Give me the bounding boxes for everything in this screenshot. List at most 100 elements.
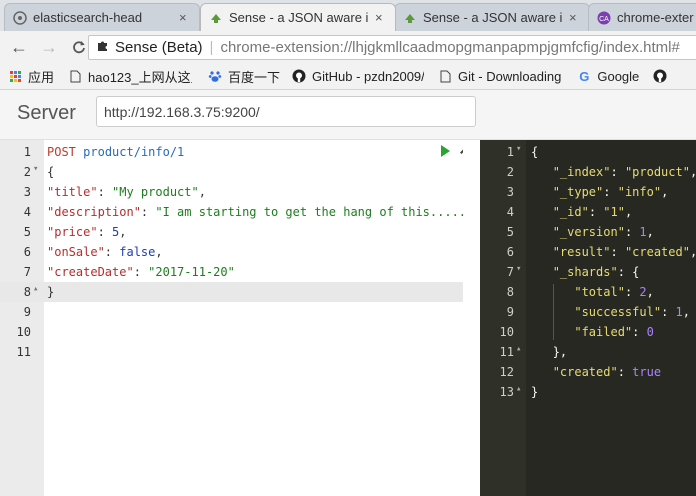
reload-button[interactable] bbox=[68, 36, 90, 58]
response-line: 1 ▾ { bbox=[480, 142, 696, 162]
line-number: 9 bbox=[506, 305, 514, 319]
response-line: 7 ▾ "_shards": { bbox=[480, 262, 696, 282]
github-icon bbox=[292, 69, 306, 83]
response-line: 4 "_id": "1", bbox=[480, 202, 696, 222]
tab-chrome-extension[interactable]: CA chrome-exter bbox=[588, 3, 696, 31]
json-key: "failed" bbox=[574, 325, 633, 339]
json-value: false bbox=[119, 245, 156, 259]
svg-text:CA: CA bbox=[599, 16, 609, 23]
json-value: 1 bbox=[639, 225, 647, 239]
json-key: "_type" bbox=[552, 185, 604, 199]
request-line: 9 bbox=[0, 302, 463, 322]
close-tab-icon[interactable]: × bbox=[375, 10, 387, 25]
line-number: 8 bbox=[506, 285, 514, 299]
tab-title: chrome-exter bbox=[617, 10, 694, 25]
request-line: 4 "description": "I am starting to get t… bbox=[0, 202, 495, 222]
fold-arrow-icon[interactable]: ▴ bbox=[33, 284, 38, 294]
json-key: "_index" bbox=[552, 165, 611, 179]
response-line: 2 "_index": "product", bbox=[480, 162, 696, 182]
forward-button[interactable]: → bbox=[38, 36, 60, 58]
bookmark-label: 应用 bbox=[28, 69, 55, 85]
json-key: "description" bbox=[47, 205, 141, 219]
sense-icon bbox=[403, 11, 417, 25]
ca-icon: CA bbox=[597, 11, 611, 25]
bookmark-git[interactable]: Git - Downloading bbox=[438, 69, 561, 84]
line-number: 2 bbox=[23, 165, 31, 179]
back-button[interactable]: ← bbox=[8, 36, 30, 58]
json-key: "created" bbox=[552, 365, 618, 379]
tab-sense-2[interactable]: Sense - a JSON aware i × bbox=[394, 3, 590, 31]
browser-toolbar: ← → Sense (Beta) | chrome-extension://lh… bbox=[0, 31, 696, 63]
line-number: 11 bbox=[16, 345, 31, 359]
bookmark-label: 百度一下 bbox=[228, 69, 281, 85]
tab-title: Sense - a JSON aware i bbox=[423, 10, 563, 25]
line-number: 10 bbox=[499, 325, 514, 339]
bookmark-hao123[interactable]: hao123_上网从这里 bbox=[68, 67, 192, 86]
fold-arrow-icon[interactable]: ▾ bbox=[33, 164, 38, 174]
fold-arrow-icon[interactable]: ▾ bbox=[516, 264, 521, 274]
bookmark-apps[interactable]: 应用 bbox=[8, 67, 54, 86]
response-line: 8 "total": 2, bbox=[480, 282, 696, 302]
forward-arrow-icon: → bbox=[40, 36, 58, 57]
editor-divider[interactable] bbox=[463, 140, 480, 496]
line-number: 12 bbox=[499, 365, 514, 379]
fold-arrow-icon[interactable]: ▾ bbox=[516, 144, 521, 154]
json-key: "successful" bbox=[574, 305, 662, 319]
close-tab-icon[interactable]: × bbox=[569, 10, 581, 25]
json-value: "My product" bbox=[112, 185, 199, 199]
send-request-icon[interactable] bbox=[441, 145, 450, 157]
bookmark-baidu[interactable]: 百度一下 bbox=[208, 67, 280, 86]
json-key: "price" bbox=[47, 225, 98, 239]
request-method: POST bbox=[47, 145, 76, 159]
json-value: "product" bbox=[624, 165, 690, 179]
close-brace: } bbox=[47, 285, 55, 299]
json-value: "1" bbox=[603, 205, 625, 219]
fold-arrow-icon[interactable]: ▴ bbox=[516, 344, 521, 354]
tab-strip: elasticsearch-head × Sense - a JSON awar… bbox=[0, 0, 696, 31]
line-number: 5 bbox=[506, 225, 514, 239]
json-value: 0 bbox=[646, 325, 654, 339]
fold-arrow-icon[interactable]: ▴ bbox=[516, 384, 521, 394]
request-line: 6 "onSale": false, bbox=[0, 242, 463, 262]
server-bar: Server http://192.168.3.75:9200/ bbox=[0, 90, 696, 140]
json-value: "2017-11-20" bbox=[148, 265, 235, 279]
json-key: "result" bbox=[552, 245, 611, 259]
request-line: 10 bbox=[0, 322, 463, 342]
github-icon bbox=[653, 69, 667, 83]
shards-close: }, bbox=[552, 345, 568, 359]
response-line: 3 "_type": "info", bbox=[480, 182, 696, 202]
response-line: 5 "_version": 1, bbox=[480, 222, 696, 242]
sense-icon bbox=[209, 11, 223, 25]
server-url-input[interactable]: http://192.168.3.75:9200/ bbox=[96, 96, 476, 127]
json-key: "_version" bbox=[552, 225, 625, 239]
json-value: true bbox=[632, 365, 662, 379]
bookmark-google[interactable]: G Google bbox=[577, 69, 639, 84]
google-icon: G bbox=[579, 68, 590, 84]
json-value: "created" bbox=[624, 245, 690, 259]
json-key: "title" bbox=[47, 185, 98, 199]
json-key: "total" bbox=[574, 285, 625, 299]
bookmark-github-2[interactable] bbox=[653, 69, 673, 83]
bookmark-github[interactable]: GitHub - pzdn2009/ bbox=[292, 69, 424, 84]
response-line: 12 "created": true bbox=[480, 362, 696, 382]
json-value: 1 bbox=[675, 305, 683, 319]
tab-elasticsearch-head[interactable]: elasticsearch-head × bbox=[4, 3, 200, 31]
line-number: 4 bbox=[506, 205, 514, 219]
reload-icon bbox=[73, 41, 85, 54]
line-number: 6 bbox=[23, 245, 31, 259]
line-number: 10 bbox=[16, 325, 31, 339]
bookmark-label: hao123_上网从这里 bbox=[88, 69, 192, 85]
line-number: 11 bbox=[499, 345, 514, 359]
json-key: "createDate" bbox=[47, 265, 134, 279]
baidu-icon bbox=[208, 69, 222, 83]
server-label: Server bbox=[17, 102, 76, 124]
line-number: 7 bbox=[23, 265, 31, 279]
response-line: 9 "successful": 1, bbox=[480, 302, 696, 322]
json-value: 5 bbox=[112, 225, 120, 239]
page-icon bbox=[68, 69, 82, 83]
tab-sense-active[interactable]: Sense - a JSON aware i × bbox=[200, 3, 396, 31]
request-editor[interactable]: 1 POST product/info/1 2 ▾ { 3 "title": "… bbox=[0, 140, 495, 496]
address-bar[interactable]: Sense (Beta) | chrome-extension://lhjgkm… bbox=[88, 35, 696, 60]
elastic-icon bbox=[13, 10, 27, 25]
close-tab-icon[interactable]: × bbox=[179, 10, 191, 25]
